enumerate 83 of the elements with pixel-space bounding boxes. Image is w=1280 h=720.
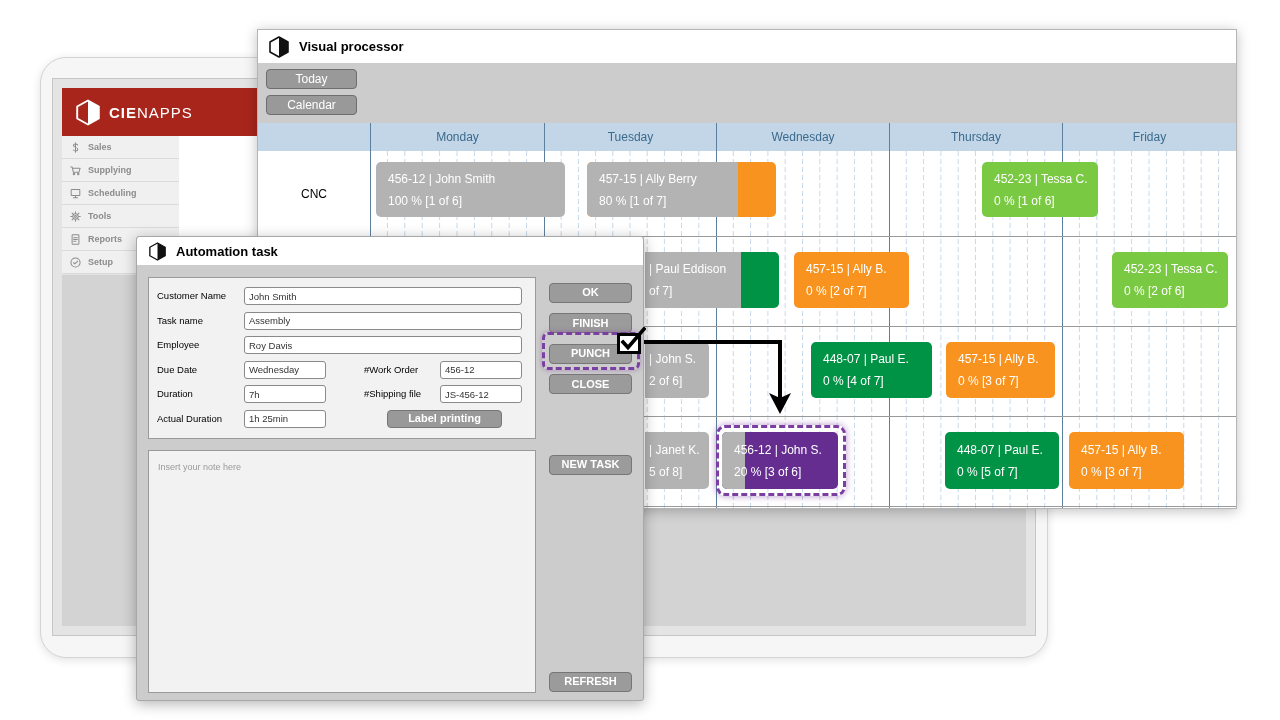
task-title: 452-23 | Tessa C. (994, 171, 1088, 186)
task-title: | John S. (649, 352, 697, 366)
check-circle-icon (70, 256, 81, 268)
day-label: Monday (436, 131, 479, 143)
field-label: Employee (157, 340, 201, 350)
action-button[interactable]: NEW TASK (549, 454, 632, 475)
task-block[interactable]: 457-15 | Ally B. 0 % [3 of 7] (946, 342, 1055, 398)
task-progress: 0 % [2 of 7] (806, 284, 867, 298)
action-button[interactable]: OK (549, 282, 632, 303)
task-progress: 0 % [2 of 6] (1124, 284, 1185, 298)
task-block[interactable]: 448-07 | Paul E. 0 % [4 of 7] (811, 342, 932, 398)
input-field[interactable]: 456-12 (440, 360, 522, 379)
document-icon (70, 233, 81, 245)
task-title: 457-15 | Ally B. (1081, 442, 1162, 457)
task-title: 456-12 | John Smith (388, 171, 496, 186)
hexagon-logo-icon (149, 241, 166, 261)
action-button[interactable]: CLOSE (549, 374, 632, 394)
brand-logo: CIENAPPS (109, 104, 193, 120)
note-field[interactable]: Insert your note here (148, 450, 536, 693)
field-label: #Shipping file (364, 389, 423, 399)
cart-icon (70, 164, 81, 176)
field-label: Customer Name (157, 291, 228, 301)
input-field[interactable]: Wednesday (244, 360, 326, 379)
hexagon-logo-icon (76, 98, 100, 126)
row-label: CNC (301, 187, 327, 200)
monitor-icon (70, 187, 81, 199)
input-field[interactable]: John Smith (244, 287, 522, 305)
task-title: 452-23 | Tessa C. (1124, 262, 1218, 276)
sidebar-item[interactable]: Supplying (62, 159, 179, 182)
input-field[interactable]: Assembly (244, 311, 522, 330)
task-progress: 0 % [4 of 7] (823, 374, 884, 388)
task-progress: 100 % [1 of 6] (388, 193, 463, 208)
task-progress: 5 of 8] (649, 464, 683, 479)
gear-icon (70, 210, 81, 222)
input-field[interactable]: 1h 25min (244, 409, 326, 428)
task-title: | Paul Eddison (649, 262, 727, 276)
task-progress: 0 % [5 of 7] (957, 464, 1018, 479)
task-block[interactable]: | Janet K. 5 of 8] (645, 432, 709, 489)
label-printing-button[interactable]: Label printing (387, 409, 502, 428)
task-progress: 0 % [3 of 7] (958, 374, 1019, 388)
dialog-title: Automation task (176, 244, 278, 258)
task-title: 448-07 | Paul E. (957, 442, 1043, 457)
task-progress: 2 of 6] (649, 374, 683, 388)
task-title: 457-15 | Ally B. (958, 352, 1039, 366)
task-block[interactable]: 457-15 | Ally B. 0 % [2 of 7] (794, 252, 909, 308)
task-block[interactable]: | Paul Eddison of 7] (645, 252, 779, 308)
day-label: Thursday (951, 131, 1001, 143)
task-block[interactable]: 457-15 | Ally Berry 80 % [1 of 7] (587, 162, 776, 217)
task-progress: 0 % [3 of 7] (1081, 464, 1142, 479)
task-progress: 0 % [1 of 6] (994, 193, 1055, 208)
field-label: Duration (157, 389, 194, 399)
input-field[interactable]: Roy Davis (244, 336, 522, 354)
toolbar-button[interactable]: Today (266, 69, 357, 89)
task-block[interactable]: 452-23 | Tessa C. 0 % [1 of 6] (982, 162, 1098, 217)
task-title: 457-15 | Ally Berry (599, 171, 697, 186)
task-block[interactable]: 448-07 | Paul E. 0 % [5 of 7] (945, 432, 1059, 489)
input-field[interactable]: 7h (244, 385, 326, 403)
action-button[interactable]: REFRESH (549, 671, 632, 692)
sidebar-item[interactable]: Scheduling (62, 182, 179, 205)
task-block[interactable]: 457-15 | Ally B. 0 % [3 of 7] (1069, 432, 1184, 489)
sidebar-item[interactable]: Sales (62, 136, 179, 159)
task-title: | Janet K. (649, 442, 700, 457)
dollar-icon (70, 141, 81, 153)
task-title: 457-15 | Ally B. (806, 262, 887, 276)
task-progress: 80 % [1 of 7] (599, 193, 667, 208)
toolbar-button[interactable]: Calendar (266, 95, 357, 115)
task-progress: of 7] (649, 284, 673, 298)
day-label: Wednesday (771, 131, 835, 143)
task-block[interactable]: | John S. 2 of 6] (645, 342, 709, 398)
field-label: Actual Duration (157, 413, 223, 424)
input-field[interactable]: JS-456-12 (440, 385, 522, 403)
field-label: Due Date (157, 364, 199, 375)
hexagon-logo-icon (269, 35, 289, 58)
day-label: Friday (1132, 131, 1167, 143)
day-label: Tuesday (607, 131, 654, 143)
field-label: Task name (157, 315, 204, 326)
field-label: #Work Order (364, 364, 420, 375)
action-button[interactable]: FINISH (549, 313, 632, 333)
task-title: 448-07 | Paul E. (823, 352, 909, 366)
task-block[interactable]: 456-12 | John Smith 100 % [1 of 6] (376, 162, 565, 217)
sidebar-item[interactable]: Tools (62, 205, 179, 228)
window-title: Visual processor (299, 40, 404, 53)
task-block[interactable]: 452-23 | Tessa C. 0 % [2 of 6] (1112, 252, 1228, 308)
